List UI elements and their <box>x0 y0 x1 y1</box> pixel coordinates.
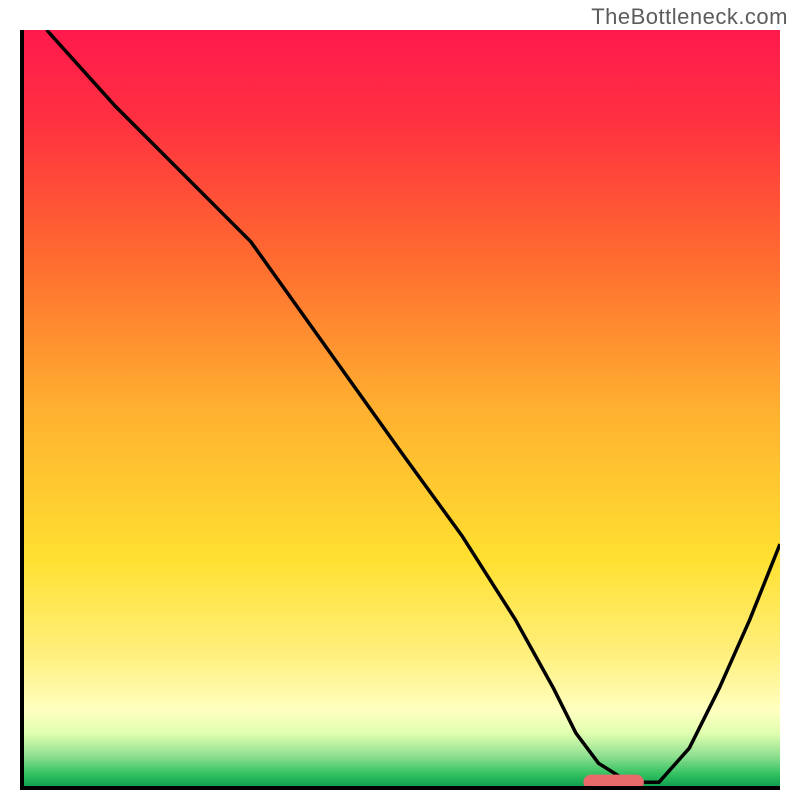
chart-gradient-background <box>24 30 780 786</box>
chart-plot-area <box>20 30 780 790</box>
watermark-text: TheBottleneck.com <box>591 4 788 30</box>
